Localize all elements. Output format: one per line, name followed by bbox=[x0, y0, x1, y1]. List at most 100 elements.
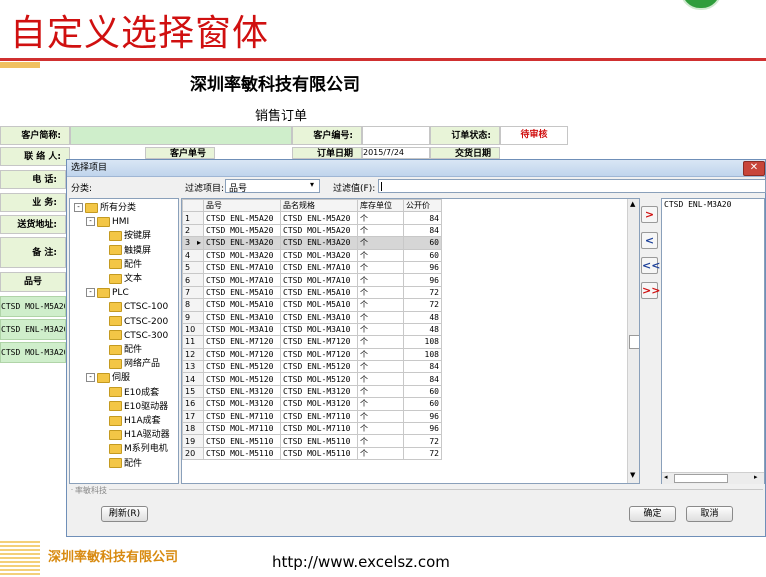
row-number-cell[interactable]: 9 bbox=[182, 310, 204, 324]
price-cell[interactable]: 60 bbox=[403, 384, 442, 399]
price-cell[interactable]: 72 bbox=[403, 446, 442, 461]
spec-cell[interactable]: CTSD MOL-M5110 bbox=[280, 446, 358, 461]
spec-cell[interactable]: CTSD ENL-M5120 bbox=[280, 360, 358, 374]
unit-cell[interactable]: 个 bbox=[357, 372, 404, 386]
tree-item[interactable]: CTSC-200 bbox=[98, 316, 168, 328]
table-row[interactable]: 15 CTSD ENL-M3120 CTSD ENL-M3120 个 60 bbox=[182, 384, 442, 399]
unit-cell[interactable]: 个 bbox=[357, 298, 404, 312]
table-row[interactable]: 19 CTSD ENL-M5110 CTSD ENL-M5110 个 72 bbox=[182, 434, 442, 448]
price-cell[interactable]: 60 bbox=[403, 248, 442, 262]
unit-cell[interactable]: 个 bbox=[357, 384, 404, 399]
items-grid[interactable]: 品号 品名规格 库存单位 公开价 1 CTSD ENL-M5A20 CTSD ENL… bbox=[181, 198, 640, 484]
price-cell[interactable]: 60 bbox=[403, 397, 442, 411]
spec-cell[interactable]: CTSD ENL-M5A10 bbox=[280, 285, 358, 300]
table-row[interactable]: 10 CTSD MOL-M3A10 CTSD MOL-M3A10 个 48 bbox=[182, 322, 442, 337]
price-cell[interactable]: 72 bbox=[403, 298, 442, 312]
unit-cell[interactable]: 个 bbox=[357, 347, 404, 362]
remove-selected-button[interactable]: < bbox=[641, 232, 658, 249]
row-number-cell[interactable]: 4 bbox=[182, 248, 204, 262]
row-number-cell[interactable]: 6 bbox=[182, 273, 204, 287]
unit-cell[interactable]: 个 bbox=[357, 360, 404, 374]
tree-item[interactable]: 配件 bbox=[98, 344, 142, 356]
part-no-cell[interactable]: CTSD ENL-M7110 bbox=[203, 409, 281, 424]
h-scroll-thumb[interactable] bbox=[674, 474, 728, 483]
row-number-cell[interactable]: 16 bbox=[182, 397, 204, 411]
customer-name-field[interactable] bbox=[70, 126, 292, 145]
product-row[interactable]: CTSD MOL-M5A20 bbox=[0, 296, 66, 317]
part-no-cell[interactable]: CTSD ENL-M5A10 bbox=[203, 285, 281, 300]
tree-item[interactable]: 按键屏 bbox=[98, 230, 151, 242]
unit-cell[interactable]: 个 bbox=[357, 310, 404, 324]
table-row[interactable]: 18 CTSD MOL-M7110 CTSD MOL-M7110 个 96 bbox=[182, 422, 442, 436]
tree-item[interactable]: E10驱动器 bbox=[98, 401, 168, 413]
scroll-thumb[interactable] bbox=[629, 335, 639, 349]
tree-item[interactable]: H1A驱动器 bbox=[98, 429, 170, 441]
tree-item[interactable]: - 所有分类 bbox=[74, 202, 136, 214]
collapse-icon[interactable]: - bbox=[86, 217, 95, 227]
cancel-button[interactable]: 取消 bbox=[686, 506, 733, 522]
row-number-cell[interactable]: 20 bbox=[182, 446, 204, 461]
row-number-cell[interactable]: 13 bbox=[182, 360, 204, 374]
row-number-cell[interactable]: 14 bbox=[182, 372, 204, 386]
collapse-icon[interactable]: - bbox=[74, 203, 83, 212]
collapse-icon[interactable]: - bbox=[86, 373, 95, 383]
add-selected-button[interactable]: > bbox=[641, 206, 658, 223]
table-row[interactable]: 5 CTSD ENL-M7A10 CTSD ENL-M7A10 个 96 bbox=[182, 260, 442, 275]
dialog-titlebar[interactable]: 选择项目 ✕ bbox=[67, 160, 765, 177]
unit-cell[interactable]: 个 bbox=[357, 322, 404, 337]
unit-cell[interactable]: 个 bbox=[357, 273, 404, 287]
tree-item[interactable]: CTSC-100 bbox=[98, 301, 168, 313]
spec-cell[interactable]: CTSD MOL-M7110 bbox=[280, 422, 358, 436]
spec-cell[interactable]: CTSD ENL-M7110 bbox=[280, 409, 358, 424]
row-number-cell[interactable]: 8 bbox=[182, 298, 204, 312]
tree-item[interactable]: M系列电机 bbox=[98, 443, 168, 455]
price-cell[interactable]: 84 bbox=[403, 211, 442, 225]
row-number-cell[interactable]: 15 bbox=[182, 384, 204, 399]
spec-cell[interactable]: CTSD MOL-M3120 bbox=[280, 397, 358, 411]
row-number-cell[interactable]: 17 bbox=[182, 409, 204, 424]
price-cell[interactable]: 72 bbox=[403, 434, 442, 448]
tree-item[interactable]: - PLC bbox=[86, 287, 129, 299]
unit-cell[interactable]: 个 bbox=[357, 248, 404, 262]
price-cell[interactable]: 48 bbox=[403, 310, 442, 324]
tree-item[interactable]: 配件 bbox=[98, 458, 142, 470]
row-number-cell[interactable]: 18 bbox=[182, 422, 204, 436]
tree-item[interactable]: H1A成套 bbox=[98, 415, 161, 427]
table-row[interactable]: 3 ▸ CTSD ENL-M3A20 CTSD ENL-M3A20 个 60 bbox=[182, 236, 442, 250]
spec-cell[interactable]: CTSD MOL-M5A20 bbox=[280, 223, 358, 238]
filter-value-input[interactable] bbox=[378, 179, 766, 193]
table-row[interactable]: 8 CTSD MOL-M5A10 CTSD MOL-M5A10 个 72 bbox=[182, 298, 442, 312]
table-row[interactable]: 9 CTSD ENL-M3A10 CTSD ENL-M3A10 个 48 bbox=[182, 310, 442, 324]
part-no-cell[interactable]: CTSD MOL-M3A20 bbox=[203, 248, 281, 262]
part-no-cell[interactable]: CTSD ENL-M5110 bbox=[203, 434, 281, 448]
spec-cell[interactable]: CTSD MOL-M7A10 bbox=[280, 273, 358, 287]
part-no-cell[interactable]: CTSD MOL-M5A10 bbox=[203, 298, 281, 312]
row-number-cell[interactable]: 2 bbox=[182, 223, 204, 238]
table-row[interactable]: 17 CTSD ENL-M7110 CTSD ENL-M7110 个 96 bbox=[182, 409, 442, 424]
column-header-unit[interactable]: 库存单位 bbox=[357, 199, 404, 213]
grid-scrollbar[interactable]: ▲ ▼ bbox=[627, 199, 639, 483]
part-no-cell[interactable]: CTSD MOL-M5110 bbox=[203, 446, 281, 461]
tree-item[interactable]: 文本 bbox=[98, 273, 142, 285]
unit-cell[interactable]: 个 bbox=[357, 434, 404, 448]
collapse-icon[interactable]: - bbox=[86, 288, 95, 298]
tree-item[interactable]: 触摸屏 bbox=[98, 245, 151, 257]
table-row[interactable]: 7 CTSD ENL-M5A10 CTSD ENL-M5A10 个 72 bbox=[182, 285, 442, 300]
spec-cell[interactable]: CTSD MOL-M5120 bbox=[280, 372, 358, 386]
part-no-cell[interactable]: CTSD MOL-M3A10 bbox=[203, 322, 281, 337]
row-number-cell[interactable]: 1 bbox=[182, 211, 204, 225]
product-row[interactable]: CTSD ENL-M3A20 bbox=[0, 319, 66, 340]
spec-cell[interactable]: CTSD ENL-M5110 bbox=[280, 434, 358, 448]
selected-list-hscrollbar[interactable]: ◂ ▸ bbox=[662, 472, 764, 484]
table-row[interactable]: 4 CTSD MOL-M3A20 CTSD MOL-M3A20 个 60 bbox=[182, 248, 442, 262]
unit-cell[interactable]: 个 bbox=[357, 422, 404, 436]
tree-item[interactable]: - HMI bbox=[86, 216, 129, 228]
price-cell[interactable]: 96 bbox=[403, 409, 442, 424]
column-header-spec[interactable]: 品名规格 bbox=[280, 199, 358, 213]
spec-cell[interactable]: CTSD ENL-M7120 bbox=[280, 335, 358, 349]
spec-cell[interactable]: CTSD MOL-M5A10 bbox=[280, 298, 358, 312]
unit-cell[interactable]: 个 bbox=[357, 335, 404, 349]
footer-url[interactable]: http://www.excelsz.com bbox=[272, 553, 450, 571]
selected-items-list[interactable]: CTSD ENL-M3A20 ◂ ▸ bbox=[661, 198, 765, 484]
tree-item[interactable]: - 伺服 bbox=[86, 372, 130, 384]
